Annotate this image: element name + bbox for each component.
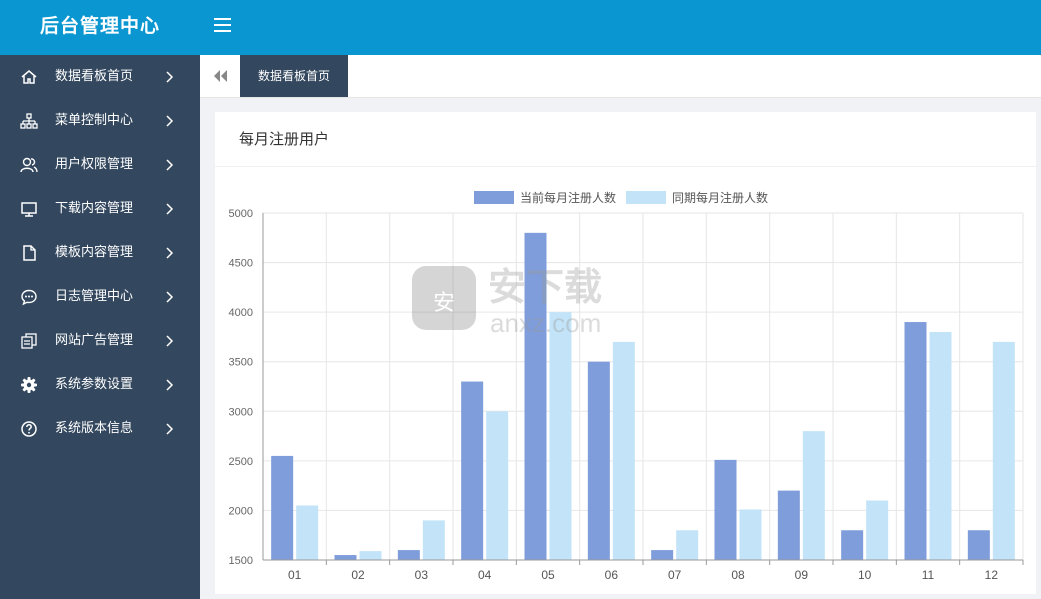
double-left-arrow-icon bbox=[214, 70, 227, 82]
gear-icon bbox=[21, 377, 37, 393]
watermark-logo: 安 安下载 anxz.com bbox=[412, 266, 602, 338]
sidebar-item-label: 数据看板首页 bbox=[55, 69, 134, 84]
tab-bar: 数据看板首页 bbox=[200, 55, 1041, 98]
top-header: 后台管理中心 bbox=[0, 0, 1041, 55]
chevron-right-icon bbox=[166, 71, 174, 83]
chart-panel: 每月注册用户 bbox=[215, 112, 1036, 594]
sidebar: 数据看板首页 菜单控制中心 用户权限管理 下载内容管理 模板内容管理 日志管理中… bbox=[0, 55, 200, 599]
sitemap-icon bbox=[20, 113, 38, 129]
sidebar-item-dashboard[interactable]: 数据看板首页 bbox=[0, 55, 200, 99]
svg-text:安下载: 安下载 bbox=[488, 267, 602, 309]
sidebar-item-label: 系统参数设置 bbox=[55, 377, 134, 392]
app-title: 后台管理中心 bbox=[39, 15, 160, 37]
chevron-right-icon bbox=[166, 291, 174, 303]
tab-dashboard[interactable]: 数据看板首页 bbox=[240, 55, 348, 97]
chevron-right-icon bbox=[166, 203, 174, 215]
chevron-right-icon bbox=[166, 423, 174, 435]
svg-text:安: 安 bbox=[433, 290, 455, 315]
chevron-right-icon bbox=[166, 379, 174, 391]
panel-title: 每月注册用户 bbox=[239, 130, 330, 148]
panel-header: 每月注册用户 bbox=[215, 112, 1036, 167]
chat-icon bbox=[21, 289, 37, 306]
monitor-icon bbox=[21, 202, 37, 217]
sidebar-item-downloads[interactable]: 下载内容管理 bbox=[0, 187, 200, 231]
sidebar-item-menu-control[interactable]: 菜单控制中心 bbox=[0, 99, 200, 143]
sidebar-item-label: 日志管理中心 bbox=[55, 289, 134, 304]
sidebar-item-logs[interactable]: 日志管理中心 bbox=[0, 275, 200, 319]
hamburger-icon[interactable] bbox=[214, 18, 231, 34]
sidebar-item-settings[interactable]: 系统参数设置 bbox=[0, 363, 200, 407]
question-icon bbox=[21, 421, 37, 437]
sidebar-item-ads[interactable]: 网站广告管理 bbox=[0, 319, 200, 363]
money-icon bbox=[21, 333, 37, 349]
sidebar-item-label: 网站广告管理 bbox=[55, 333, 134, 348]
sidebar-item-label: 下载内容管理 bbox=[55, 201, 134, 216]
chevron-right-icon bbox=[166, 247, 174, 259]
chevron-right-icon bbox=[166, 335, 174, 347]
chevron-right-icon bbox=[166, 115, 174, 127]
sidebar-item-templates[interactable]: 模板内容管理 bbox=[0, 231, 200, 275]
file-icon bbox=[23, 245, 36, 261]
sidebar-item-label: 菜单控制中心 bbox=[55, 113, 134, 128]
sidebar-item-label: 模板内容管理 bbox=[55, 245, 134, 260]
sidebar-item-version[interactable]: 系统版本信息 bbox=[0, 407, 200, 451]
home-icon bbox=[21, 70, 37, 84]
sidebar-item-user-permissions[interactable]: 用户权限管理 bbox=[0, 143, 200, 187]
sidebar-item-label: 系统版本信息 bbox=[55, 421, 134, 436]
users-icon bbox=[20, 157, 38, 173]
sidebar-item-label: 用户权限管理 bbox=[55, 157, 134, 172]
chevron-right-icon bbox=[166, 159, 174, 171]
tab-back-button[interactable] bbox=[200, 55, 240, 97]
svg-text:anxz.com: anxz.com bbox=[490, 308, 601, 338]
